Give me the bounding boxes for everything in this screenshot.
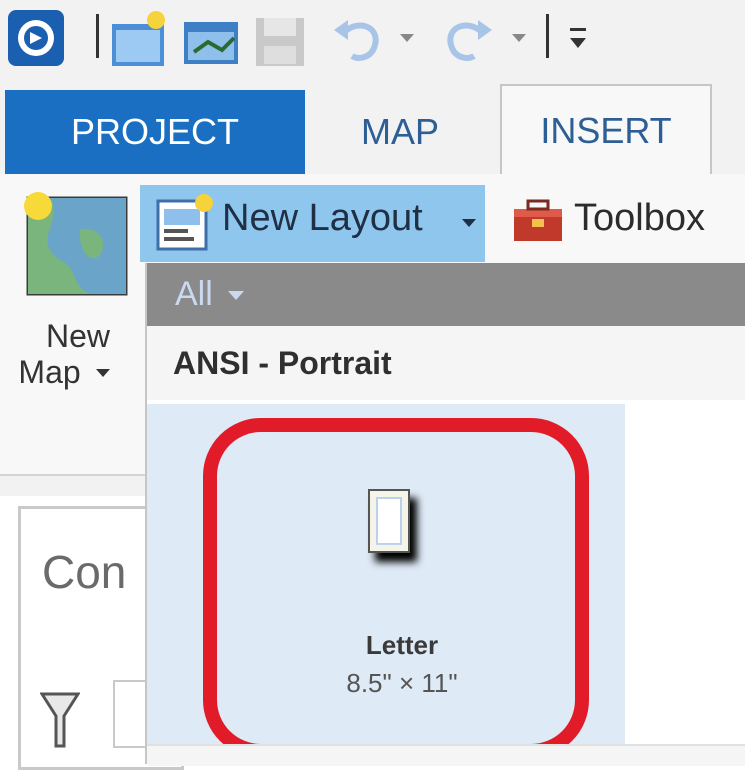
undo-icon[interactable] — [330, 8, 386, 77]
undo-dropdown-icon[interactable] — [400, 34, 414, 42]
tab-map[interactable]: MAP — [330, 90, 470, 174]
gallery-filter-bar[interactable]: All — [147, 263, 745, 326]
ribbon-tab-bar: PROJECT MAP INSERT — [0, 82, 745, 176]
tab-project[interactable]: PROJECT — [5, 90, 305, 174]
gallery-section-header: ANSI - Portrait — [147, 326, 745, 400]
new-map-label-line1: New — [45, 318, 110, 354]
gallery-section-header-label: ANSI - Portrait — [173, 345, 392, 381]
highlight-annotation — [203, 418, 589, 758]
app-menu-icon[interactable] — [6, 8, 66, 73]
new-map-icon — [24, 192, 128, 296]
new-map-label: New Map — [18, 318, 138, 390]
gallery-filter-label: All — [175, 275, 213, 313]
new-layout-label: New Layout — [222, 197, 423, 239]
ribbon-bottom-edge — [0, 474, 150, 496]
contents-pane-title: Con — [42, 546, 127, 598]
new-project-icon[interactable] — [108, 8, 174, 77]
new-map-label-line2: Map — [18, 354, 81, 390]
gallery-filter-dropdown-icon — [228, 291, 244, 300]
toolbox-button[interactable]: Toolbox — [498, 185, 745, 262]
redo-icon[interactable] — [440, 8, 496, 77]
gallery-bottom-edge — [147, 744, 745, 766]
toolbox-icon — [514, 199, 562, 241]
filter-icon[interactable] — [39, 690, 81, 755]
new-map-dropdown-icon — [95, 369, 110, 377]
tab-insert[interactable]: INSERT — [500, 84, 712, 176]
new-layout-button[interactable]: New Layout — [140, 185, 485, 262]
new-layout-dropdown-icon — [462, 219, 476, 227]
toolbox-label: Toolbox — [574, 197, 705, 239]
new-layout-icon — [156, 194, 213, 251]
redo-dropdown-icon[interactable] — [512, 34, 526, 42]
customize-toolbar-icon[interactable] — [566, 22, 590, 57]
open-project-icon[interactable] — [180, 8, 246, 77]
quick-access-toolbar — [0, 0, 745, 82]
save-project-icon[interactable] — [250, 8, 312, 77]
